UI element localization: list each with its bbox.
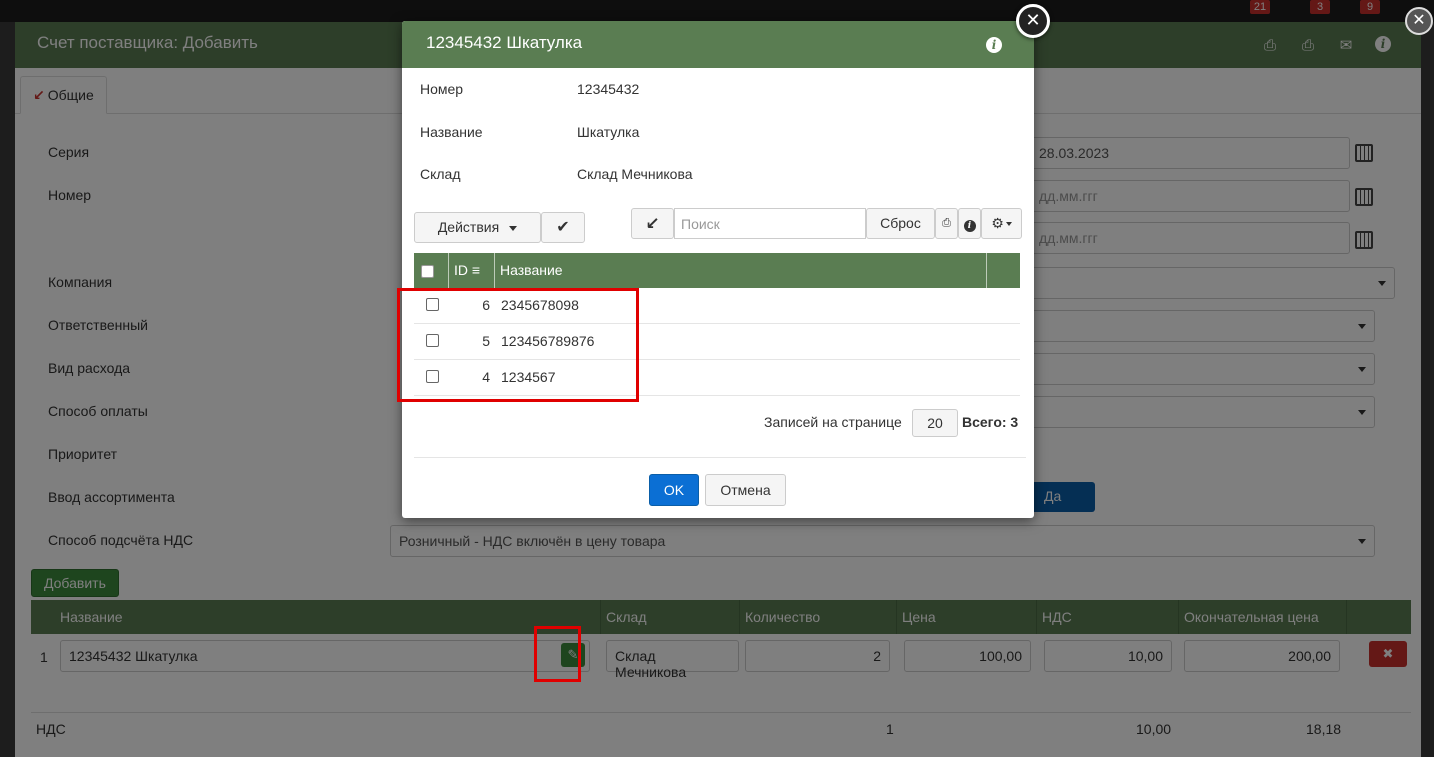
pager-total: Всего: 3 xyxy=(962,414,1019,430)
reset-button[interactable]: Сброс xyxy=(866,208,935,239)
checkmark-icon: ✔ xyxy=(556,219,570,236)
highlight-edit-button xyxy=(534,626,581,682)
page-size-select[interactable]: 20 xyxy=(912,409,958,437)
gear-icon: ⚙ xyxy=(991,215,1004,231)
print-icon: ⎙ xyxy=(942,217,951,229)
info-icon: i xyxy=(963,220,976,232)
detail-value-warehouse: Склад Мечникова xyxy=(577,166,693,182)
search-input[interactable]: Поиск xyxy=(674,208,866,239)
product-modal: 12345432 Шкатулка i Номер 12345432 Назва… xyxy=(402,21,1034,518)
info-button[interactable]: i xyxy=(958,208,981,239)
detail-label-number: Номер xyxy=(420,81,464,97)
select-all-checkbox[interactable] xyxy=(421,265,434,278)
modal-header: 12345432 Шкатулка i xyxy=(402,21,1034,68)
highlight-rows xyxy=(397,288,639,402)
col-name[interactable]: Название xyxy=(500,262,563,278)
cancel-button[interactable]: Отмена xyxy=(705,474,786,506)
detail-label-warehouse: Склад xyxy=(420,166,461,182)
modal-close-icon[interactable]: ✕ xyxy=(1016,4,1050,38)
pager-label: Записей на странице xyxy=(764,414,902,430)
select-button[interactable]: ↙ xyxy=(631,208,674,239)
detail-value-name: Шкатулка xyxy=(577,124,640,140)
print-button[interactable]: ⎙ xyxy=(935,208,958,239)
arrow-down-left-icon: ↙ xyxy=(645,214,660,233)
chevron-down-icon xyxy=(1005,222,1012,227)
confirm-button[interactable]: ✔ xyxy=(541,212,585,243)
window-close-icon[interactable]: ✕ xyxy=(1405,7,1433,35)
ok-button[interactable]: OK xyxy=(649,474,699,506)
detail-label-name: Название xyxy=(420,124,483,140)
sort-icon: ≡ xyxy=(471,262,481,278)
settings-dropdown[interactable]: ⚙ xyxy=(981,208,1022,239)
chevron-down-icon xyxy=(509,225,518,231)
table-header: ID ≡ Название xyxy=(414,253,1020,288)
actions-dropdown[interactable]: Действия xyxy=(414,212,541,243)
modal-title: 12345432 Шкатулка xyxy=(426,33,583,52)
col-id[interactable]: ID ≡ xyxy=(454,262,480,278)
actions-label: Действия xyxy=(437,219,500,235)
detail-value-number: 12345432 xyxy=(577,81,640,97)
info-icon[interactable]: i xyxy=(986,37,1002,53)
